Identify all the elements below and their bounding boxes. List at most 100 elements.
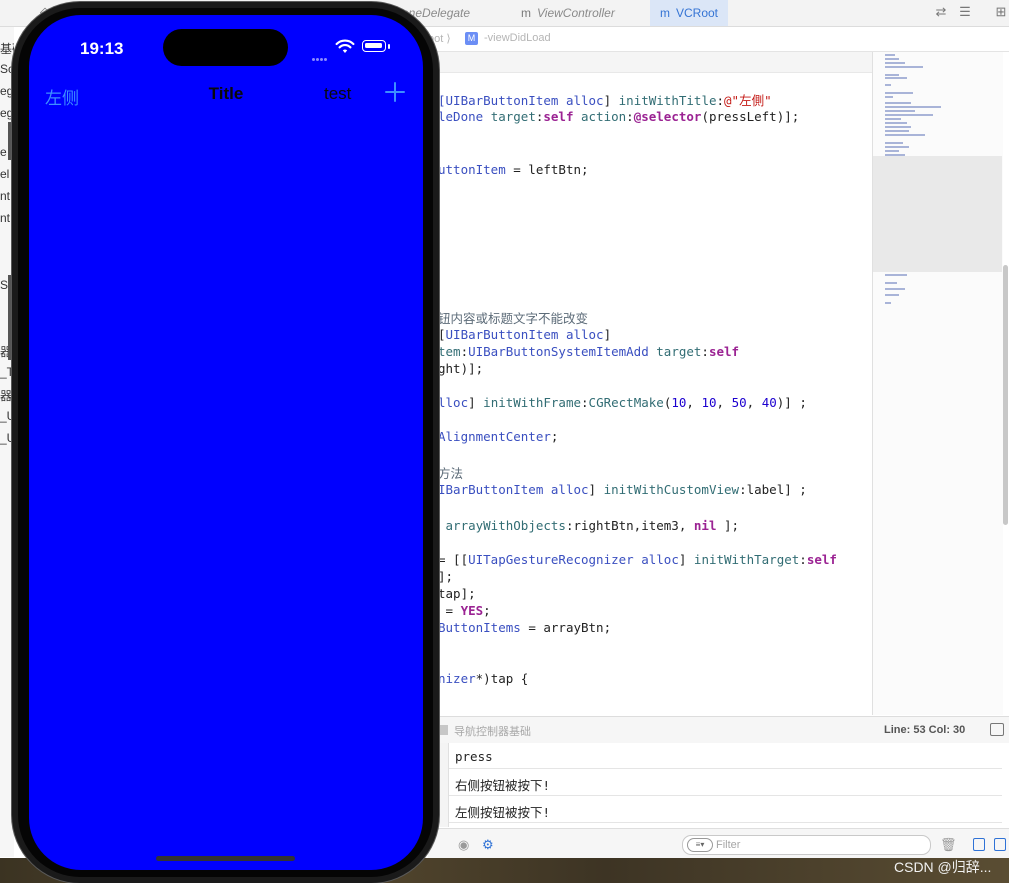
code-line[interactable]: arrayWithObjects:rightBtn,item3, nil ];	[438, 518, 740, 533]
breadcrumb-method[interactable]: -viewDidLoad	[484, 32, 551, 44]
watermark-text: CSDN @归辞...	[894, 859, 992, 875]
minimap-line	[885, 74, 899, 76]
wifi-icon	[335, 39, 355, 53]
navigator-item-fragment[interactable]: nt	[0, 189, 10, 203]
console-line: press	[455, 749, 493, 764]
code-line[interactable]: leDone target:self action:@selector(pres…	[438, 109, 799, 124]
tab-label: ViewController	[537, 6, 615, 20]
minimap-line	[885, 122, 907, 124]
nav-left-button[interactable]: 左侧	[45, 84, 79, 109]
code-line[interactable]: IBarButtonItem alloc] initWithCustomView…	[438, 482, 807, 497]
debug-header: 导航控制器基础 Line: 53 Col: 30	[428, 716, 1009, 744]
home-indicator[interactable]	[156, 856, 295, 861]
minimap-line	[885, 92, 913, 94]
tab-vcroot[interactable]: m VCRoot	[650, 0, 729, 26]
nav-test-label[interactable]: test	[324, 84, 351, 104]
code-line[interactable]: = YES;	[438, 603, 491, 618]
swap-arrows-icon[interactable]: ⇄	[932, 4, 950, 20]
console-line: 左侧按钮被按下!	[455, 805, 551, 820]
minimap-line	[885, 77, 907, 79]
navigation-title: Title	[208, 84, 244, 103]
minimap-line	[885, 294, 899, 296]
console-filter-field[interactable]: ≡▾ Filter	[682, 835, 931, 855]
code-line[interactable]: tap];	[438, 586, 476, 601]
debug-title: 导航控制器基础	[454, 726, 531, 738]
method-icon: M	[465, 32, 478, 45]
code-line[interactable]: 方法	[438, 463, 463, 482]
code-line[interactable]: tem:UIBarButtonSystemItemAdd target:self	[438, 344, 739, 359]
right-pane-toggle-icon[interactable]	[994, 838, 1006, 851]
minimap-line	[885, 142, 903, 144]
split-editor-icon[interactable]: ⊞	[992, 4, 1009, 20]
navigator-item-fragment[interactable]: S	[0, 278, 8, 292]
console-divider	[446, 768, 1002, 769]
navigator-item-fragment[interactable]: el	[0, 167, 9, 181]
minimap-line	[885, 62, 905, 64]
navigator-item-fragment[interactable]: 基础	[0, 40, 14, 57]
code-line[interactable]: ];	[438, 569, 453, 584]
code-line[interactable]: uttonItem = leftBtn;	[438, 162, 589, 177]
navigator-item-fragment[interactable]: nt	[0, 211, 10, 225]
code-line[interactable]: [UIBarButtonItem alloc] initWithTitle:@"…	[438, 90, 772, 109]
minimap-line	[885, 58, 899, 60]
code-line[interactable]: [UIBarButtonItem alloc]	[438, 327, 611, 342]
m-file-icon: m	[521, 6, 531, 20]
minimap-line	[885, 288, 905, 290]
code-line[interactable]: nizer*)tap {	[438, 671, 528, 686]
minimap-line	[885, 96, 893, 98]
minimap-line	[885, 126, 911, 128]
minimap-line	[885, 146, 909, 148]
code-line[interactable]: = [[UITapGestureRecognizer alloc] initWi…	[438, 552, 837, 567]
minimap[interactable]	[872, 52, 1003, 715]
minimap-line	[885, 118, 901, 120]
console-line: 右侧按钮被按下!	[455, 778, 551, 793]
minimap-line	[885, 130, 909, 132]
iphone-screen[interactable]: 19:13 Title 左侧 test	[29, 15, 423, 870]
minimap-line	[885, 110, 915, 112]
status-time: 19:13	[80, 39, 124, 58]
console-divider	[446, 795, 1002, 796]
left-pane-toggle-icon[interactable]	[973, 838, 985, 851]
plus-icon[interactable]	[384, 81, 406, 103]
code-editor[interactable]: [UIBarButtonItem alloc] initWithTitle:@"…	[428, 73, 871, 715]
tab-label: VCRoot	[676, 6, 719, 20]
console-output[interactable]: press 右侧按钮被按下! 左侧按钮被按下!	[428, 743, 1009, 827]
tab-viewcontroller[interactable]: m ViewController	[521, 0, 615, 26]
breakpoint-toggle-icon[interactable]	[438, 725, 448, 735]
minimap-line	[885, 274, 907, 276]
breadcrumb-separator: ⟩	[446, 33, 451, 45]
editor-scrollbar[interactable]	[1003, 265, 1008, 525]
dynamic-island	[163, 29, 288, 66]
minimap-line	[885, 114, 933, 116]
battery-tip	[388, 44, 390, 49]
console-divider	[446, 822, 1002, 823]
code-line[interactable]: ButtonItems = arrayBtn;	[438, 620, 611, 635]
line-column-indicator: Line: 53 Col: 30	[884, 724, 966, 736]
minimap-line	[885, 302, 891, 304]
trash-icon[interactable]: 🗑	[940, 837, 957, 853]
minimap-line	[885, 282, 897, 284]
minimap-line	[885, 54, 895, 56]
navigator-item-fragment[interactable]: e	[0, 145, 7, 159]
editor-header-strip	[428, 52, 872, 73]
code-line[interactable]: lloc] initWithFrame:CGRectMake(10, 10, 5…	[438, 395, 807, 410]
code-line[interactable]: AlignmentCenter;	[438, 429, 558, 444]
code-line[interactable]: ght)];	[438, 361, 483, 376]
minimap-line	[885, 66, 923, 68]
code-line[interactable]: 钮内容或标题文字不能改变	[438, 308, 588, 327]
cellular-signal-icon	[312, 48, 330, 61]
toggle-icon[interactable]: ⚙	[482, 837, 494, 853]
eye-icon[interactable]: ◉	[458, 837, 469, 853]
minimap-line	[885, 84, 891, 86]
filter-placeholder: Filter	[716, 839, 741, 851]
hide-panel-icon[interactable]	[990, 723, 1004, 736]
minimap-visible-region[interactable]	[873, 156, 1002, 272]
minimap-line	[885, 150, 899, 152]
minimap-line	[885, 106, 941, 108]
console-bottom-bar: ◉ ⚙ ≡▾ Filter 🗑	[428, 828, 1009, 859]
minimap-line	[885, 134, 925, 136]
filter-icon[interactable]: ≡▾	[687, 838, 713, 852]
list-icon[interactable]: ☰	[956, 4, 974, 20]
battery-icon	[362, 40, 386, 52]
m-file-icon: m	[660, 6, 670, 20]
